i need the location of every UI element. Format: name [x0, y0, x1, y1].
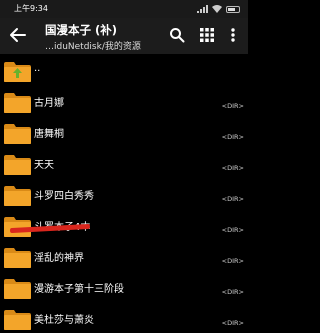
status-time: 上午9:34 — [14, 4, 48, 13]
parent-directory-row[interactable]: .. — [0, 56, 248, 86]
app-bar: 国漫本子 (补) …iduNetdisk/我的资源 — [0, 18, 248, 54]
wifi-icon — [212, 5, 222, 13]
folder-row[interactable]: 斗罗四白秀秀 <DIR> — [0, 180, 248, 210]
folder-icon — [4, 248, 31, 268]
folder-up-icon — [4, 62, 31, 82]
status-bar: 上午9:34 — [0, 0, 248, 18]
folder-row[interactable]: 美杜莎与萧炎 <DIR> — [0, 304, 248, 333]
dir-tag: <DIR> — [221, 133, 244, 141]
folder-row[interactable]: 唐舞桐 <DIR> — [0, 118, 248, 148]
folder-row[interactable]: 天天 <DIR> — [0, 149, 248, 179]
folder-name: 淫乱的神界 — [34, 253, 84, 264]
parent-directory-label: .. — [34, 63, 41, 74]
battery-icon — [226, 5, 240, 13]
folder-name: 古月娜 — [34, 98, 64, 109]
grid-view-icon[interactable] — [199, 27, 215, 43]
folder-row[interactable]: 漫游本子第十三阶段 <DIR> — [0, 273, 248, 303]
status-icons — [197, 0, 240, 18]
dir-tag: <DIR> — [221, 102, 244, 110]
dir-tag: <DIR> — [221, 288, 244, 296]
folder-name: 漫游本子第十三阶段 — [34, 284, 124, 295]
folder-title: 国漫本子 (补) — [45, 23, 118, 37]
folder-icon — [4, 310, 31, 330]
folder-name: 美杜莎与萧炎 — [34, 315, 94, 326]
folder-name: 斗罗四白秀秀 — [34, 191, 94, 202]
search-icon[interactable] — [169, 27, 185, 43]
dir-tag: <DIR> — [221, 257, 244, 265]
folder-icon — [4, 124, 31, 144]
folder-icon — [4, 155, 31, 175]
folder-row[interactable]: 古月娜 <DIR> — [0, 87, 248, 117]
dir-tag: <DIR> — [221, 195, 244, 203]
folder-icon — [4, 93, 31, 113]
more-options-icon[interactable] — [225, 27, 241, 43]
file-list: .. 古月娜 <DIR> 唐舞桐 <DIR> 天天 <DIR> 斗罗四白秀秀 <… — [0, 56, 248, 333]
dir-tag: <DIR> — [221, 226, 244, 234]
folder-icon — [4, 186, 31, 206]
folder-icon — [4, 279, 31, 299]
signal-icon — [197, 5, 208, 13]
dir-tag: <DIR> — [221, 164, 244, 172]
folder-name: 天天 — [34, 160, 54, 171]
folder-name: 唐舞桐 — [34, 129, 64, 140]
dir-tag: <DIR> — [221, 319, 244, 327]
folder-row[interactable]: 淫乱的神界 <DIR> — [0, 242, 248, 272]
back-arrow-icon[interactable] — [9, 26, 27, 44]
folder-path: …iduNetdisk/我的资源 — [45, 42, 141, 52]
